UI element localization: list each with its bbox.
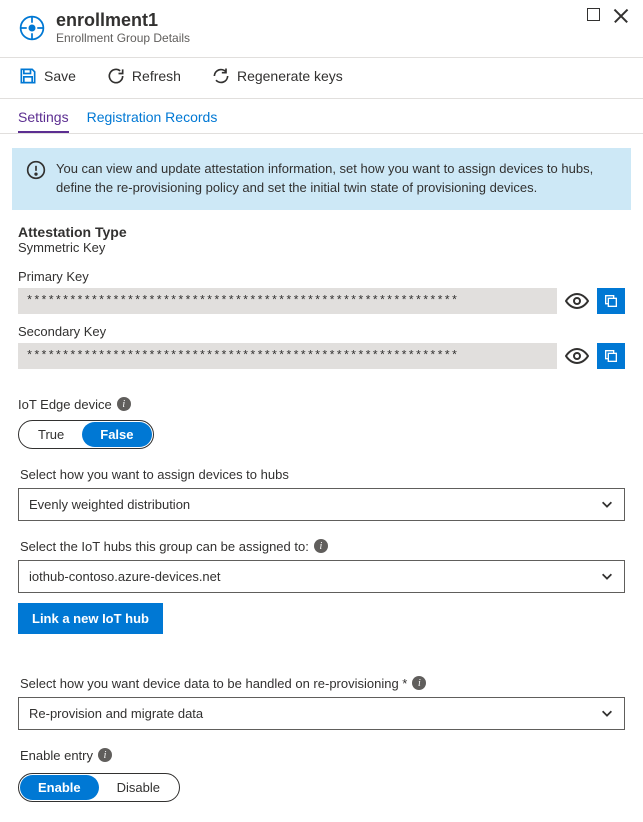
tab-settings[interactable]: Settings: [18, 105, 69, 133]
close-button[interactable]: [613, 8, 629, 24]
copy-icon: [603, 293, 619, 309]
title-block: enrollment1 Enrollment Group Details: [56, 10, 190, 45]
primary-key-row: ****************************************…: [18, 288, 625, 314]
info-icon[interactable]: i: [117, 397, 131, 411]
tab-bar: Settings Registration Records: [0, 99, 643, 134]
command-bar: Save Refresh Regenerate keys: [0, 58, 643, 94]
enrollment-icon: [18, 14, 46, 42]
save-label: Save: [44, 68, 76, 84]
info-icon[interactable]: i: [412, 676, 426, 690]
iot-edge-false[interactable]: False: [82, 422, 151, 447]
assign-method-value: Evenly weighted distribution: [29, 497, 190, 512]
info-icon[interactable]: i: [314, 539, 328, 553]
chevron-down-icon: [600, 706, 614, 720]
secondary-key-copy-button[interactable]: [597, 343, 625, 369]
restore-button[interactable]: [587, 8, 603, 24]
enable-entry-disable[interactable]: Disable: [99, 775, 178, 800]
info-icon: [26, 160, 46, 180]
copy-icon: [603, 348, 619, 364]
primary-key-label: Primary Key: [18, 269, 625, 284]
secondary-key-row: ****************************************…: [18, 343, 625, 369]
regenerate-icon: [211, 66, 231, 86]
refresh-label: Refresh: [132, 68, 181, 84]
regenerate-keys-button[interactable]: Regenerate keys: [211, 66, 343, 86]
chevron-down-icon: [600, 497, 614, 511]
info-banner: You can view and update attestation info…: [12, 148, 631, 210]
iot-hubs-value: iothub-contoso.azure-devices.net: [29, 569, 221, 584]
reprovision-value: Re-provision and migrate data: [29, 706, 203, 721]
eye-icon: [565, 348, 589, 364]
primary-key-field: ****************************************…: [18, 288, 557, 314]
secondary-key-field: ****************************************…: [18, 343, 557, 369]
info-banner-text: You can view and update attestation info…: [56, 160, 617, 198]
secondary-key-reveal-button[interactable]: [563, 343, 591, 369]
secondary-key-label: Secondary Key: [18, 324, 625, 339]
enrollment-group-panel: enrollment1 Enrollment Group Details Sav…: [0, 0, 643, 768]
panel-subtitle: Enrollment Group Details: [56, 31, 190, 45]
reprovision-select[interactable]: Re-provision and migrate data: [18, 697, 625, 730]
assign-method-label: Select how you want to assign devices to…: [20, 467, 625, 482]
iot-hubs-select[interactable]: iothub-contoso.azure-devices.net: [18, 560, 625, 593]
save-icon: [18, 66, 38, 86]
panel-header: enrollment1 Enrollment Group Details: [0, 0, 643, 53]
info-icon[interactable]: i: [98, 748, 112, 762]
save-button[interactable]: Save: [18, 66, 76, 86]
iot-hubs-label: Select the IoT hubs this group can be as…: [20, 539, 625, 554]
reprovision-label: Select how you want device data to be ha…: [20, 676, 625, 691]
settings-content: Attestation Type Symmetric Key Primary K…: [0, 224, 643, 822]
attestation-type-label: Attestation Type: [18, 224, 625, 240]
eye-icon: [565, 293, 589, 309]
chevron-down-icon: [600, 569, 614, 583]
iot-edge-label: IoT Edge device i: [18, 397, 625, 412]
assign-method-select[interactable]: Evenly weighted distribution: [18, 488, 625, 521]
enable-entry-label: Enable entry i: [20, 748, 625, 763]
refresh-icon: [106, 66, 126, 86]
refresh-button[interactable]: Refresh: [106, 66, 181, 86]
primary-key-copy-button[interactable]: [597, 288, 625, 314]
window-controls: [587, 8, 629, 24]
enable-entry-enable[interactable]: Enable: [20, 775, 99, 800]
enable-entry-toggle: Enable Disable: [18, 773, 180, 802]
regenerate-label: Regenerate keys: [237, 68, 343, 84]
link-iot-hub-button[interactable]: Link a new IoT hub: [18, 603, 163, 634]
attestation-type-value: Symmetric Key: [18, 240, 625, 255]
panel-title: enrollment1: [56, 10, 190, 31]
iot-edge-true[interactable]: True: [20, 422, 82, 447]
iot-edge-toggle: True False: [18, 420, 154, 449]
tab-registration-records[interactable]: Registration Records: [87, 105, 218, 133]
primary-key-reveal-button[interactable]: [563, 288, 591, 314]
